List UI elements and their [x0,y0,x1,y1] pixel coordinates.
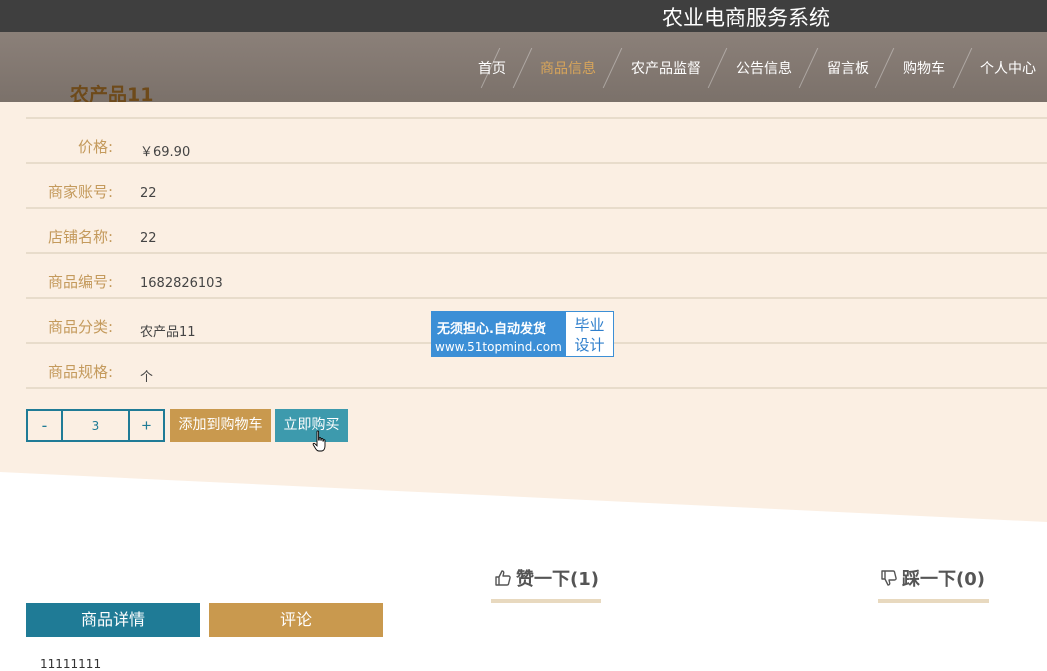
quantity-decrease-button[interactable]: - [28,411,63,440]
dislike-underline [878,599,989,603]
like-button[interactable]: 赞一下(1) [494,565,599,591]
nav-separator [952,47,973,89]
spec-label: 商品规格: [47,363,113,381]
like-underline [491,599,601,603]
watermark-badge-line2: 设计 [574,336,605,354]
price-value: ￥69.90 [140,145,191,160]
nav-item-cart[interactable]: 购物车 [903,58,945,78]
nav-item-message-board[interactable]: 留言板 [827,58,869,78]
quantity-stepper: - + [26,409,165,442]
product-code-value: 1682826103 [140,276,223,291]
thumbs-down-icon [881,570,897,586]
quantity-increase-button[interactable]: + [128,411,163,440]
nav-item-supervision[interactable]: 农产品监督 [631,58,701,78]
thumbs-up-icon [495,570,511,586]
nav-separator [874,47,895,89]
tab-product-detail[interactable]: 商品详情 [26,603,200,637]
watermark-badge-line1: 毕业 [574,316,605,334]
nav-item-profile[interactable]: 个人中心 [980,58,1036,78]
quantity-input[interactable] [63,411,128,440]
nav-separator [602,47,623,89]
watermark-banner: 无须担心.自动发货 www.51topmind.com 毕业 设计 [431,311,614,357]
category-value: 农产品11 [140,325,196,340]
site-title: 农业电商服务系统 [662,6,830,30]
like-count-label: 赞一下(1) [516,569,599,590]
top-bar: 农业电商服务系统 [0,0,1047,32]
hand-pointer-icon [312,430,326,452]
nav-separator [798,47,819,89]
info-row-merchant-account: 商家账号: 22 [26,164,1047,209]
product-code-label: 商品编号: [47,273,113,291]
nav-separator [707,47,728,89]
price-label: 价格: [77,138,113,156]
nav-item-home[interactable]: 首页 [478,58,506,78]
merchant-account-value: 22 [140,186,157,201]
product-detail-content: 11111111 [40,657,102,671]
nav-item-announcements[interactable]: 公告信息 [736,58,792,78]
watermark-url: www.51topmind.com [435,340,562,354]
spec-value: 个 [140,370,154,385]
watermark-badge: 毕业 设计 [566,312,613,356]
dislike-count-label: 踩一下(0) [902,569,985,590]
watermark-text-block: 无须担心.自动发货 www.51topmind.com [432,312,566,356]
shop-name-value: 22 [140,231,157,246]
add-to-cart-button[interactable]: 添加到购物车 [170,409,271,442]
shop-name-label: 店铺名称: [47,228,113,246]
dislike-button[interactable]: 踩一下(0) [880,565,985,591]
main-nav: 首页 商品信息 农产品监督 公告信息 留言板 购物车 个人中心 [0,32,1047,102]
tab-comments[interactable]: 评论 [209,603,383,637]
info-row-product-code: 商品编号: 1682826103 [26,254,1047,299]
category-label: 商品分类: [47,318,113,336]
info-row-shop-name: 店铺名称: 22 [26,209,1047,254]
watermark-slogan: 无须担心.自动发货 [437,322,546,337]
info-row-price: 价格: ￥69.90 [26,119,1047,164]
nav-item-products[interactable]: 商品信息 [540,58,596,78]
merchant-account-label: 商家账号: [47,183,113,201]
nav-separator [512,47,533,89]
